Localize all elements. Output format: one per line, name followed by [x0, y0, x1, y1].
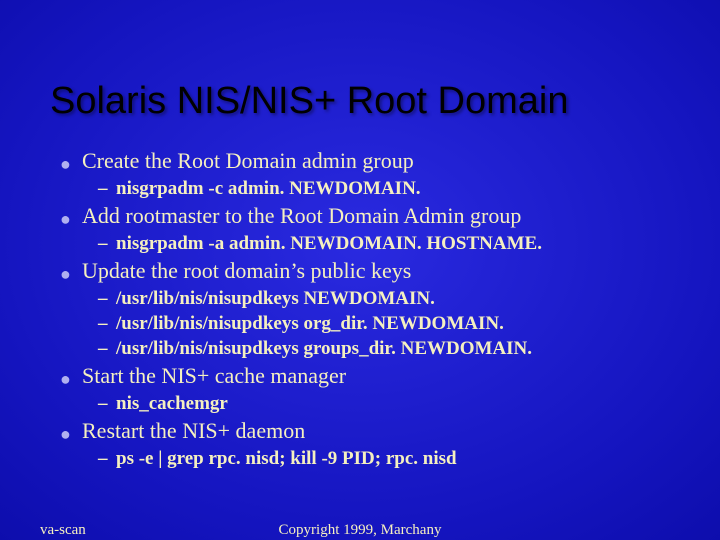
bullet-icon: ●: [60, 425, 82, 443]
list-item: ● Add rootmaster to the Root Domain Admi…: [60, 203, 670, 229]
slide: Solaris NIS/NIS+ Root Domain ● Create th…: [0, 0, 720, 540]
sub-list-text: /usr/lib/nis/nisupdkeys org_dir. NEWDOMA…: [116, 313, 504, 335]
list-item: ● Update the root domain’s public keys: [60, 258, 670, 284]
sub-list-item: – ps -e | grep rpc. nisd; kill -9 PID; r…: [98, 448, 670, 470]
slide-content: ● Create the Root Domain admin group – n…: [50, 148, 670, 470]
dash-icon: –: [98, 393, 116, 415]
list-item: ● Start the NIS+ cache manager: [60, 363, 670, 389]
sub-list-item: – /usr/lib/nis/nisupdkeys NEWDOMAIN.: [98, 288, 670, 310]
footer-center: Copyright 1999, Marchany: [0, 522, 720, 539]
bullet-icon: ●: [60, 210, 82, 228]
list-item: ● Restart the NIS+ daemon: [60, 418, 670, 444]
sub-list-text: /usr/lib/nis/nisupdkeys NEWDOMAIN.: [116, 288, 435, 310]
bullet-icon: ●: [60, 155, 82, 173]
dash-icon: –: [98, 313, 116, 335]
sub-list-item: – /usr/lib/nis/nisupdkeys groups_dir. NE…: [98, 338, 670, 360]
sub-list-text: /usr/lib/nis/nisupdkeys groups_dir. NEWD…: [116, 338, 532, 360]
sub-list-item: – nis_cachemgr: [98, 393, 670, 415]
sub-list-item: – nisgrpadm -a admin. NEWDOMAIN. HOSTNAM…: [98, 233, 670, 255]
dash-icon: –: [98, 233, 116, 255]
dash-icon: –: [98, 288, 116, 310]
slide-title: Solaris NIS/NIS+ Root Domain: [50, 80, 670, 123]
list-text: Start the NIS+ cache manager: [82, 363, 346, 389]
list-text: Restart the NIS+ daemon: [82, 418, 305, 444]
sub-list-text: nisgrpadm -a admin. NEWDOMAIN. HOSTNAME.: [116, 233, 542, 255]
list-text: Create the Root Domain admin group: [82, 148, 414, 174]
sub-list-item: – nisgrpadm -c admin. NEWDOMAIN.: [98, 178, 670, 200]
dash-icon: –: [98, 448, 116, 470]
list-text: Update the root domain’s public keys: [82, 258, 411, 284]
sub-list-text: nis_cachemgr: [116, 393, 228, 415]
sub-list-text: nisgrpadm -c admin. NEWDOMAIN.: [116, 178, 421, 200]
bullet-icon: ●: [60, 265, 82, 283]
list-text: Add rootmaster to the Root Domain Admin …: [82, 203, 521, 229]
list-item: ● Create the Root Domain admin group: [60, 148, 670, 174]
dash-icon: –: [98, 178, 116, 200]
dash-icon: –: [98, 338, 116, 360]
bullet-icon: ●: [60, 370, 82, 388]
sub-list-text: ps -e | grep rpc. nisd; kill -9 PID; rpc…: [116, 448, 457, 470]
sub-list-item: – /usr/lib/nis/nisupdkeys org_dir. NEWDO…: [98, 313, 670, 335]
